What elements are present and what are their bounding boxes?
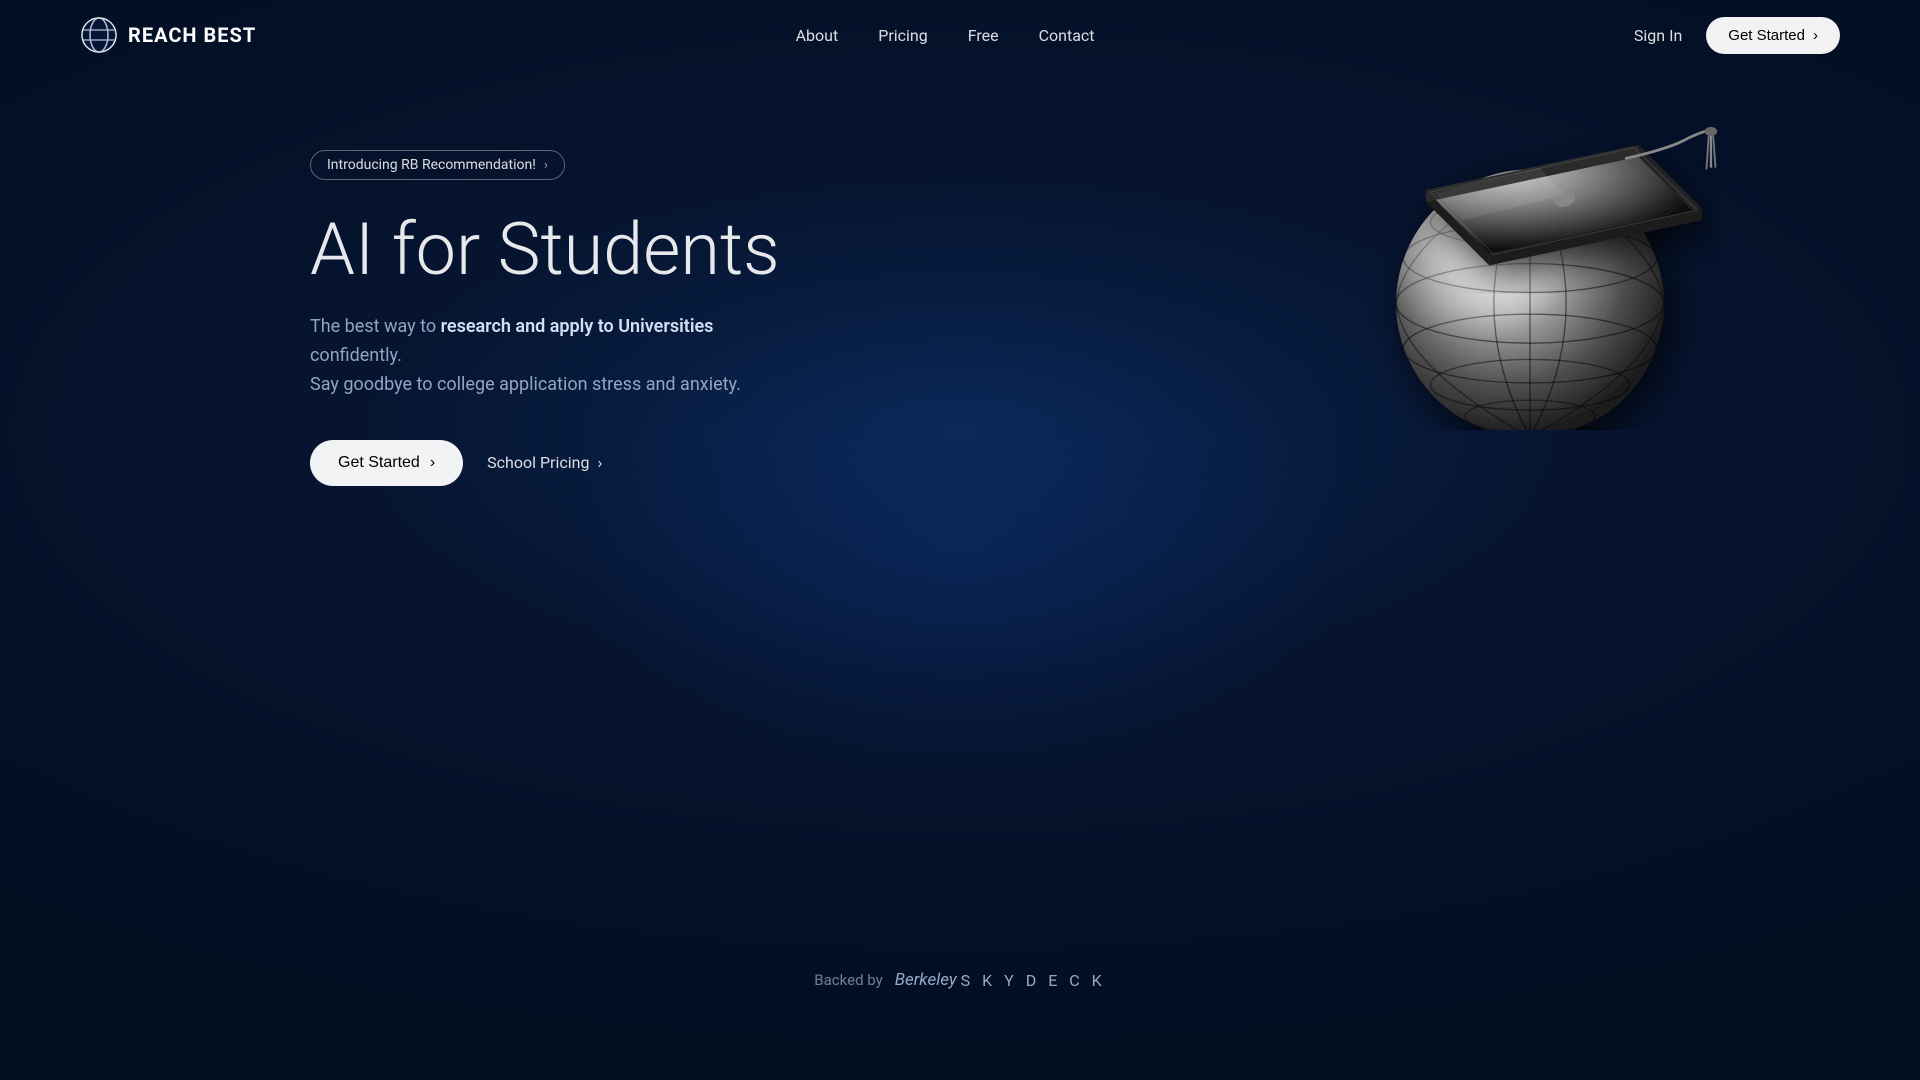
nav-link-about[interactable]: About (796, 26, 839, 45)
sign-in-link[interactable]: Sign In (1634, 26, 1682, 45)
nav-link-pricing[interactable]: Pricing (878, 26, 928, 45)
announcement-chevron-icon: › (544, 158, 548, 173)
berkeley-name: Berkeley (895, 970, 957, 990)
get-started-main-button[interactable]: Get Started › (310, 440, 463, 486)
get-started-chevron-icon: › (430, 454, 435, 472)
chevron-right-icon: › (1813, 27, 1818, 44)
subtitle-bold: research and apply to Universities (441, 316, 714, 337)
logo[interactable]: REACH BEST (80, 16, 256, 54)
hero-subtitle: The best way to research and apply to Un… (310, 313, 790, 399)
get-started-nav-button[interactable]: Get Started › (1706, 17, 1840, 54)
nav-actions: Sign In Get Started › (1634, 17, 1840, 54)
cta-buttons: Get Started › School Pricing › (310, 440, 1920, 486)
backer-logo: Berkeley S K Y D E C K (895, 970, 1106, 990)
announcement-badge[interactable]: Introducing RB Recommendation! › (310, 150, 565, 180)
subtitle-plain: The best way to (310, 316, 441, 337)
skydeck-name: S K Y D E C K (961, 971, 1106, 990)
nav-link-contact[interactable]: Contact (1039, 26, 1095, 45)
backed-by-label: Backed by (814, 971, 882, 989)
school-pricing-link[interactable]: School Pricing › (487, 453, 602, 472)
hero-illustration (1340, 50, 1720, 430)
navbar: REACH BEST About Pricing Free Contact Si… (0, 0, 1920, 70)
globe-icon (80, 16, 118, 54)
nav-link-free[interactable]: Free (968, 26, 999, 45)
nav-links: About Pricing Free Contact (796, 26, 1095, 45)
subtitle-end: confidently.Say goodbye to college appli… (310, 345, 741, 395)
announcement-text: Introducing RB Recommendation! (327, 157, 536, 173)
logo-text: REACH BEST (128, 23, 256, 47)
backed-by-section: Backed by Berkeley S K Y D E C K (814, 970, 1105, 990)
school-pricing-chevron-icon: › (597, 453, 602, 472)
